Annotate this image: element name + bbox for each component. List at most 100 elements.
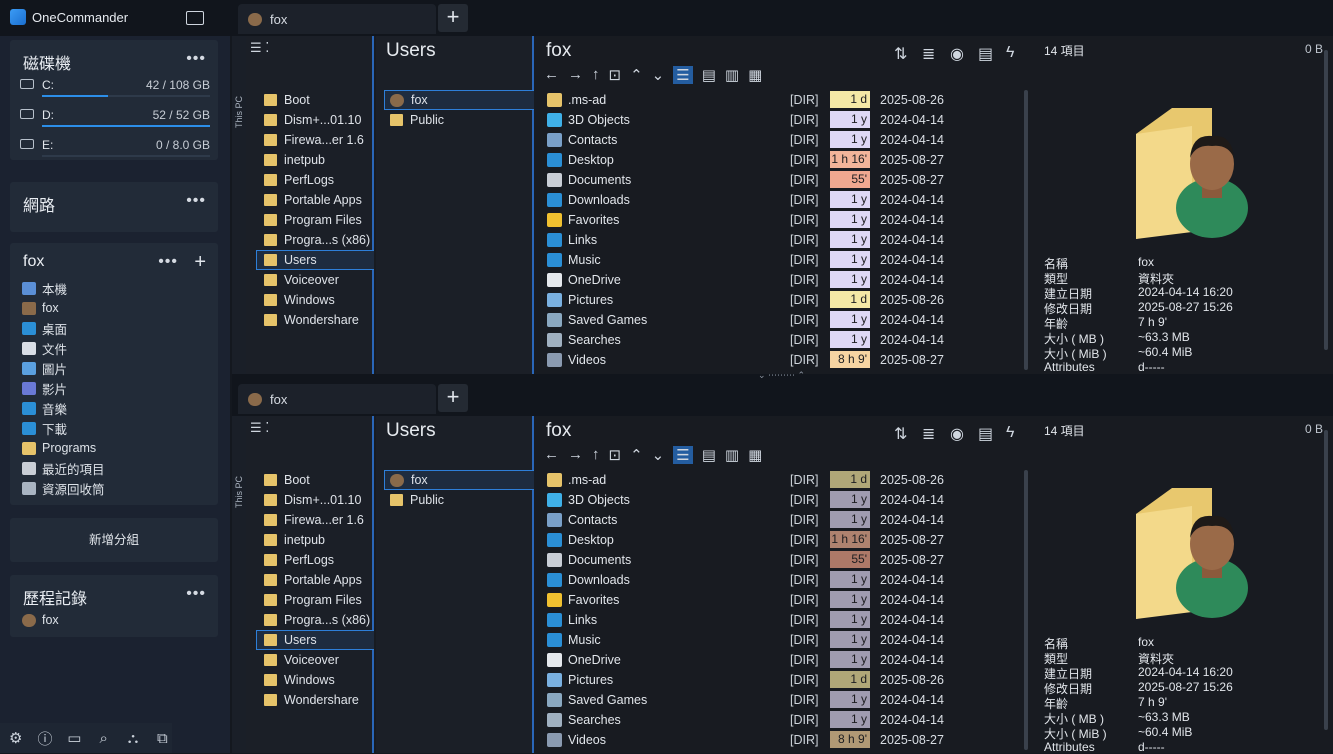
file-row[interactable]: 3D Objects [DIR] 1 y 2024-04-14 [544, 110, 1022, 130]
file-row[interactable]: Links [DIR] 1 y 2024-04-14 [544, 610, 1022, 630]
back-icon[interactable]: ← [544, 446, 559, 464]
file-row[interactable]: .ms-ad [DIR] 1 d 2025-08-26 [544, 470, 1022, 490]
drive-item[interactable]: E: 0 / 8.0 GB [20, 136, 210, 158]
forward-icon[interactable]: → [568, 446, 583, 464]
scrollbar[interactable] [1324, 430, 1328, 730]
more-icon[interactable]: ••• [186, 585, 206, 603]
file-row[interactable]: Contacts [DIR] 1 y 2024-04-14 [544, 510, 1022, 530]
chevron-up-icon[interactable]: ⌃ [630, 446, 643, 464]
file-row[interactable]: Contacts [DIR] 1 y 2024-04-14 [544, 130, 1022, 150]
file-row[interactable]: Documents [DIR] 55' 2025-08-27 [544, 550, 1022, 570]
folder-item[interactable]: Firewa...er 1.6 [264, 510, 364, 530]
chevron-down-icon[interactable]: ⌄ [652, 446, 665, 464]
file-row[interactable]: Searches [DIR] 1 y 2024-04-14 [544, 330, 1022, 350]
folder-item[interactable]: Firewa...er 1.6 [264, 130, 364, 150]
favorite-item[interactable]: 影片 [22, 378, 67, 398]
filter-icon[interactable]: ≣ [922, 424, 935, 444]
folder-item[interactable]: PerfLogs [264, 550, 334, 570]
file-row[interactable]: Videos [DIR] 8 h 9' 2025-08-27 [544, 350, 1022, 370]
folder-item[interactable]: Windows [264, 670, 335, 690]
new-tab-button[interactable]: + [438, 384, 468, 412]
folder-item[interactable]: Portable Apps [264, 570, 362, 590]
folder-item[interactable]: Public [390, 490, 444, 510]
favorite-item[interactable]: 下載 [22, 418, 67, 438]
add-group-button[interactable]: 新增分組 [10, 518, 218, 562]
sort-icon[interactable]: ⇅ [894, 44, 907, 64]
file-row[interactable]: Documents [DIR] 55' 2025-08-27 [544, 170, 1022, 190]
folder-item[interactable]: inetpub [264, 150, 325, 170]
folder-item[interactable]: Progra...s (x86) [264, 230, 370, 250]
favorite-item[interactable]: 桌面 [22, 318, 67, 338]
folder-item[interactable]: Dism+...01.10 [264, 110, 361, 130]
file-row[interactable]: Saved Games [DIR] 1 y 2024-04-14 [544, 690, 1022, 710]
add-icon[interactable]: + [194, 251, 206, 274]
favorite-item[interactable]: 圖片 [22, 358, 67, 378]
folder-item[interactable]: Program Files [264, 210, 362, 230]
filter-icon[interactable]: ≣ [922, 44, 935, 64]
info-icon[interactable]: ⓘ [35, 728, 54, 749]
more-icon[interactable]: ••• [186, 192, 206, 210]
folder-item[interactable]: inetpub [264, 530, 325, 550]
flash-icon[interactable]: ϟ [1006, 44, 1014, 62]
file-row[interactable]: Pictures [DIR] 1 d 2025-08-26 [544, 670, 1022, 690]
grid-view-icon[interactable]: ▦ [748, 66, 762, 84]
folder-item[interactable]: Wondershare [264, 690, 359, 710]
folder-item[interactable]: Boot [264, 90, 310, 110]
more-icon[interactable]: ••• [186, 50, 206, 68]
settings-icon[interactable]: ⚙ [6, 729, 25, 747]
scrollbar[interactable] [1024, 470, 1028, 750]
favorite-item[interactable]: Programs [22, 438, 96, 458]
scrollbar[interactable] [1024, 90, 1028, 370]
file-row[interactable]: Links [DIR] 1 y 2024-04-14 [544, 230, 1022, 250]
folder-item[interactable]: Voiceover [264, 650, 339, 670]
details-view-icon[interactable]: ☰ [673, 66, 693, 84]
file-row[interactable]: Desktop [DIR] 1 h 16' 2025-08-27 [544, 530, 1022, 550]
layout-icon[interactable]: ▭ [65, 729, 84, 747]
file-row[interactable]: Music [DIR] 1 y 2024-04-14 [544, 630, 1022, 650]
file-row[interactable]: Videos [DIR] 8 h 9' 2025-08-27 [544, 730, 1022, 750]
folder-item[interactable]: fox [390, 470, 428, 490]
scrollbar[interactable] [1324, 50, 1328, 350]
file-row[interactable]: Downloads [DIR] 1 y 2024-04-14 [544, 570, 1022, 590]
file-row[interactable]: Music [DIR] 1 y 2024-04-14 [544, 250, 1022, 270]
new-tab-icon[interactable]: ⧉ [153, 730, 172, 747]
up-icon[interactable]: ↑ [592, 446, 600, 464]
network-icon[interactable]: ⛬ [123, 730, 142, 747]
file-row[interactable]: Favorites [DIR] 1 y 2024-04-14 [544, 210, 1022, 230]
clipboard-icon[interactable]: ▤ [978, 424, 993, 444]
grid-view-icon[interactable]: ▦ [748, 446, 762, 464]
folder-item[interactable]: Program Files [264, 590, 362, 610]
favorite-item[interactable]: fox [22, 298, 59, 318]
folder-item[interactable]: Progra...s (x86) [264, 610, 370, 630]
file-row[interactable]: .ms-ad [DIR] 1 d 2025-08-26 [544, 90, 1022, 110]
details-view-icon[interactable]: ☰ [673, 446, 693, 464]
file-row[interactable]: Searches [DIR] 1 y 2024-04-14 [544, 710, 1022, 730]
folder-item[interactable]: fox [390, 90, 428, 110]
chevron-up-icon[interactable]: ⌃ [630, 66, 643, 84]
more-icon[interactable]: ••• [158, 253, 178, 271]
target-icon[interactable]: ◉ [950, 424, 964, 444]
tab-fox[interactable]: fox [238, 4, 436, 34]
folder-item[interactable]: PerfLogs [264, 170, 334, 190]
file-row[interactable]: Saved Games [DIR] 1 y 2024-04-14 [544, 310, 1022, 330]
folder-item[interactable]: Voiceover [264, 270, 339, 290]
flash-icon[interactable]: ϟ [1006, 424, 1014, 442]
file-row[interactable]: 3D Objects [DIR] 1 y 2024-04-14 [544, 490, 1022, 510]
favorite-item[interactable]: 音樂 [22, 398, 67, 418]
folder-item[interactable]: Windows [264, 290, 335, 310]
drive-item[interactable]: D: 52 / 52 GB [20, 106, 210, 128]
forward-icon[interactable]: → [568, 66, 583, 84]
menu-icon[interactable]: ☰ ⁚ [250, 40, 269, 56]
folder-item[interactable]: Wondershare [264, 310, 359, 330]
new-window-icon[interactable] [186, 11, 204, 25]
search-icon[interactable]: ⌕ [94, 730, 113, 747]
folder-item[interactable]: Dism+...01.10 [264, 490, 361, 510]
new-folder-icon[interactable]: ⊡ [609, 446, 622, 464]
tiles-view-icon[interactable]: ▥ [725, 446, 739, 464]
this-pc-strip[interactable]: This PC [232, 416, 246, 753]
list-view-icon[interactable]: ▤ [702, 446, 716, 464]
chevron-down-icon[interactable]: ⌄ [652, 66, 665, 84]
favorite-item[interactable]: 本機 [22, 278, 67, 298]
file-row[interactable]: Desktop [DIR] 1 h 16' 2025-08-27 [544, 150, 1022, 170]
sort-icon[interactable]: ⇅ [894, 424, 907, 444]
